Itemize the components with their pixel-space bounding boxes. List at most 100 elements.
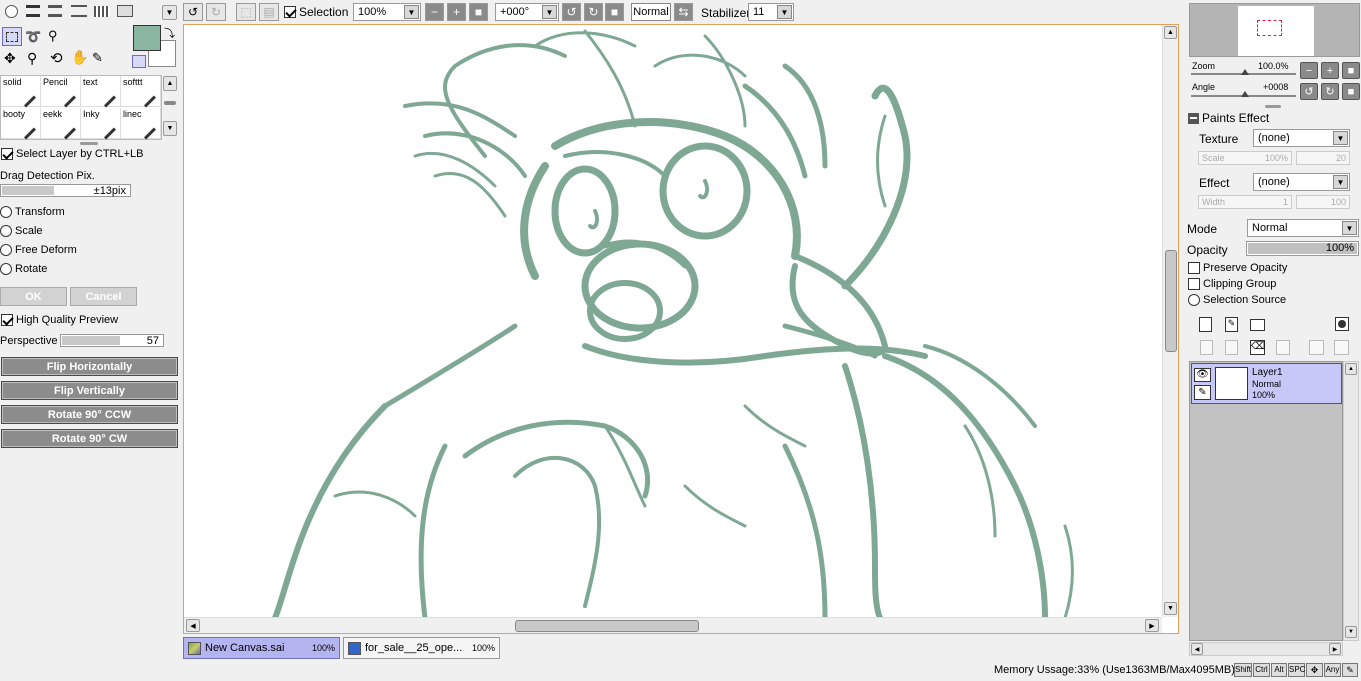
preserve-opacity-checkbox[interactable] xyxy=(1188,262,1200,274)
mode-dropdown[interactable]: Normal ▼ xyxy=(1247,219,1359,237)
rotate-tool-icon[interactable]: ⟲ xyxy=(50,49,63,67)
layer-scroll-right[interactable]: ▶ xyxy=(1329,643,1341,655)
brush-slot[interactable]: eekk xyxy=(41,108,81,140)
selection-source-toggle[interactable]: Selection Source xyxy=(1188,294,1286,306)
new-linework-layer-icon[interactable]: ✎ xyxy=(1225,317,1238,332)
brush-slot[interactable]: Pencil xyxy=(41,76,81,108)
rect-select-icon[interactable] xyxy=(2,27,22,46)
paints-effect-header[interactable]: Paints Effect xyxy=(1188,111,1269,125)
layer-scroll-left[interactable]: ◀ xyxy=(1191,643,1203,655)
scroll-up-button[interactable]: ▲ xyxy=(1164,26,1177,39)
brush-slot[interactable]: text xyxy=(81,76,121,108)
nav-rotate-left-button[interactable]: ↺ xyxy=(1300,83,1318,100)
angle-dropdown[interactable]: +000° ▼ xyxy=(495,3,559,21)
hq-preview-toggle[interactable]: High Quality Preview xyxy=(1,314,118,326)
horizontal-scrollbar[interactable]: ◀ ▶ xyxy=(184,617,1162,633)
layer-vscrollbar[interactable]: ▲ ▼ xyxy=(1343,361,1359,641)
selection-source-radio[interactable] xyxy=(1188,294,1200,306)
scroll-left-button[interactable]: ◀ xyxy=(186,619,200,632)
navigator-preview[interactable] xyxy=(1189,3,1360,57)
rotate-right-icon[interactable]: ↻ xyxy=(584,3,603,21)
select-layer-checkbox[interactable] xyxy=(1,148,13,160)
tab-for-sale[interactable]: for_sale__25_ope... 100% xyxy=(343,637,500,659)
new-layer-icon[interactable] xyxy=(1199,317,1212,332)
selection-checkbox[interactable] xyxy=(284,6,296,18)
toolbar-toggle-button[interactable]: ▼ xyxy=(162,5,177,20)
clipping-group-toggle[interactable]: Clipping Group xyxy=(1188,278,1276,290)
zoom-out-icon[interactable]: − xyxy=(425,3,444,21)
zoom-reset-icon[interactable]: ■ xyxy=(469,3,488,21)
nav-angle-slider[interactable] xyxy=(1191,91,1296,97)
flip-view-icon[interactable]: ⇆ xyxy=(674,3,693,21)
deselect-icon[interactable]: ⬚ xyxy=(236,3,256,21)
texture-dropdown[interactable]: (none) ▼ xyxy=(1253,129,1350,147)
drag-detection-slider[interactable]: ±13pix xyxy=(0,184,131,197)
rotate-ccw-button[interactable]: Rotate 90° CCW xyxy=(1,405,178,424)
magic-wand-icon[interactable]: ⚲ xyxy=(48,28,66,44)
undo-icon[interactable]: ↺ xyxy=(183,3,203,21)
delete-layer-icon[interactable] xyxy=(1276,340,1290,355)
effect-strength-field[interactable]: 100 xyxy=(1296,195,1350,209)
preserve-opacity-toggle[interactable]: Preserve Opacity xyxy=(1188,262,1287,274)
merge-layers-icon[interactable] xyxy=(1334,340,1349,355)
blend-mode-box[interactable]: Normal xyxy=(631,3,671,21)
select-layer-toggle[interactable]: Select Layer by CTRL+LB xyxy=(1,148,143,160)
layer-scroll-down[interactable]: ▼ xyxy=(1345,626,1357,638)
redo-icon[interactable]: ↻ xyxy=(206,3,226,21)
selection-toggle[interactable]: Selection xyxy=(284,5,348,19)
free-deform-radio[interactable] xyxy=(0,244,12,256)
zoom-in-icon[interactable]: + xyxy=(447,3,466,21)
splitter[interactable] xyxy=(80,142,98,145)
splitter[interactable] xyxy=(1265,105,1281,108)
swap-colors-icon[interactable]: ⤵ xyxy=(164,25,175,41)
clipping-group-checkbox[interactable] xyxy=(1188,278,1200,290)
new-folder-icon[interactable] xyxy=(1250,319,1265,331)
cancel-button[interactable]: Cancel xyxy=(70,287,137,306)
clear-layer-icon[interactable]: ⌫ xyxy=(1250,340,1265,355)
layer-hscrollbar[interactable]: ◀ ▶ xyxy=(1189,642,1343,656)
scale-option[interactable]: Scale xyxy=(0,225,43,237)
effect-dropdown[interactable]: (none) ▼ xyxy=(1253,173,1350,191)
horizontal-scroll-thumb[interactable] xyxy=(515,620,699,632)
rotate-radio[interactable] xyxy=(0,263,12,275)
rotate-cw-button[interactable]: Rotate 90° CW xyxy=(1,429,178,448)
opacity-slider[interactable]: 100% xyxy=(1246,241,1359,256)
ok-button[interactable]: OK xyxy=(0,287,67,306)
color-sliders-icon[interactable] xyxy=(26,5,40,17)
lock-brush-icon[interactable]: ✎ xyxy=(1194,385,1211,400)
scroll-down-button[interactable]: ▼ xyxy=(1164,602,1177,615)
layer-mask-icon[interactable] xyxy=(1335,317,1349,331)
hq-preview-checkbox[interactable] xyxy=(1,314,13,326)
stabilizer-dropdown[interactable]: 11 ▼ xyxy=(748,3,794,21)
move-icon[interactable]: ✥ xyxy=(4,50,16,67)
color-slider-alt-icon[interactable] xyxy=(48,5,62,17)
eyedropper-icon[interactable]: ✎ xyxy=(92,50,103,66)
effect-width-field[interactable]: Width 1 xyxy=(1198,195,1292,209)
zoom-dropdown[interactable]: 100% ▼ xyxy=(353,3,421,21)
nav-zoom-out-button[interactable]: − xyxy=(1300,62,1318,79)
layer-scroll-up[interactable]: ▲ xyxy=(1345,363,1357,375)
brush-slot[interactable]: booty xyxy=(1,108,41,140)
swatch-grid-icon[interactable] xyxy=(94,6,110,17)
brush-slot[interactable]: softtt xyxy=(121,76,161,108)
flip-vertically-button[interactable]: Flip Vertically xyxy=(1,381,178,400)
free-deform-option[interactable]: Free Deform xyxy=(0,244,77,256)
brush-slot[interactable]: linec xyxy=(121,108,161,140)
transfer-down-icon[interactable] xyxy=(1200,340,1213,355)
brush-scroll-thumb[interactable] xyxy=(164,101,176,105)
nav-zoom-reset-button[interactable]: ■ xyxy=(1342,62,1360,79)
merge-visible-icon[interactable] xyxy=(1309,340,1324,355)
scroll-right-button[interactable]: ▶ xyxy=(1145,619,1159,632)
tab-new-canvas[interactable]: New Canvas.sai 100% xyxy=(183,637,340,659)
scratchpad-icon[interactable] xyxy=(117,5,133,17)
brush-slot[interactable]: solid xyxy=(1,76,41,108)
transform-option[interactable]: Transform xyxy=(0,206,65,218)
vertical-scrollbar[interactable]: ▲ ▼ xyxy=(1162,25,1178,617)
brush-slot[interactable]: Inky xyxy=(81,108,121,140)
invert-selection-icon[interactable]: ▤ xyxy=(259,3,279,21)
hand-icon[interactable]: ✋ xyxy=(71,49,88,66)
rotate-option[interactable]: Rotate xyxy=(0,263,47,275)
rotate-reset-icon[interactable]: ■ xyxy=(605,3,624,21)
transform-radio[interactable] xyxy=(0,206,12,218)
texture-scale-field[interactable]: Scale 100% xyxy=(1198,151,1292,165)
